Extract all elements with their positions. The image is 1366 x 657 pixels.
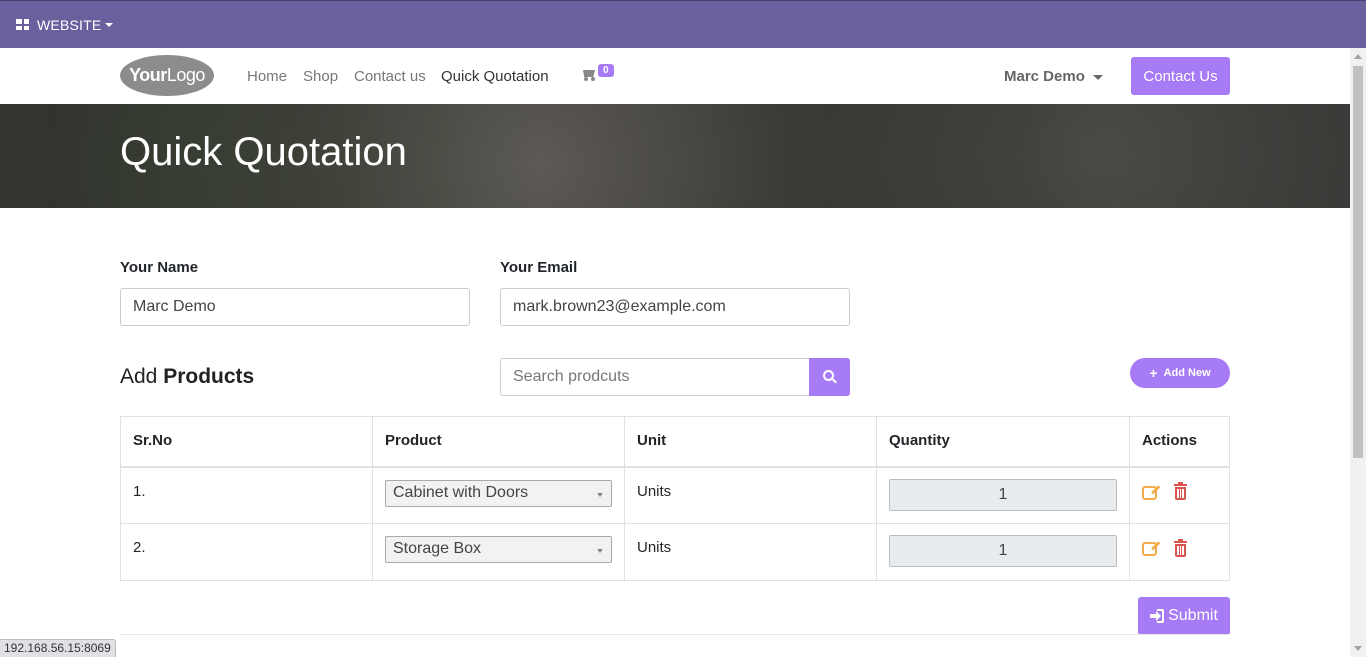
cell-quantity: 1 [876, 466, 1130, 524]
shopping-cart-icon [581, 68, 596, 81]
email-field[interactable] [500, 288, 850, 326]
cell-srno: 1. [120, 466, 373, 524]
plus-icon: + [1149, 365, 1158, 381]
quantity-field[interactable]: 1 [889, 535, 1117, 567]
add-new-button[interactable]: + Add New [1130, 358, 1230, 388]
scroll-thumb[interactable] [1353, 66, 1363, 458]
submit-label: Submit [1168, 607, 1218, 624]
cell-product: Cabinet with Doors [372, 466, 625, 524]
caret-down-icon [105, 22, 114, 27]
scroll-up-icon[interactable] [1354, 54, 1362, 59]
page-banner: Quick Quotation [0, 104, 1350, 208]
page-scrollbar[interactable] [1350, 48, 1366, 657]
search-button[interactable] [809, 358, 850, 396]
search-products-input[interactable] [500, 358, 810, 396]
cart-count-badge: 0 [598, 64, 614, 77]
caret-down-icon [1092, 74, 1103, 80]
edit-icon[interactable] [1142, 539, 1162, 557]
heading-bold: Products [163, 365, 255, 388]
select-arrow-icon [597, 492, 603, 497]
cell-unit: Units [624, 466, 877, 524]
admin-bar: WEBSITE [0, 0, 1366, 48]
contact-us-button[interactable]: Contact Us [1131, 57, 1230, 95]
nav-shop[interactable]: Shop [303, 68, 338, 85]
cart-link[interactable]: 0 [581, 64, 614, 86]
product-select[interactable]: Storage Box [385, 536, 612, 563]
cell-srno: 2. [120, 523, 373, 581]
user-name: Marc Demo [1004, 68, 1085, 85]
products-table: Sr.No Product Unit Quantity Actions 1. C… [120, 416, 1230, 581]
cell-product: Storage Box [372, 523, 625, 581]
cell-actions [1129, 466, 1230, 524]
add-new-label: Add New [1163, 367, 1211, 379]
logo-text-thin: Logo [166, 65, 206, 85]
website-menu[interactable]: WEBSITE [37, 17, 101, 33]
col-header-actions: Actions [1129, 416, 1230, 468]
search-icon [822, 370, 837, 384]
product-select[interactable]: Cabinet with Doors [385, 479, 612, 507]
heading-prefix: Add [120, 365, 158, 388]
cell-quantity: 1 [876, 523, 1130, 581]
table-row: 1. Cabinet with Doors Units 1 [120, 466, 1230, 524]
col-header-product: Product [372, 416, 625, 468]
email-label: Your Email [500, 259, 578, 276]
nav-quick-quotation[interactable]: Quick Quotation [441, 68, 549, 85]
site-navbar: Your Logo Home Shop Contact us Quick Quot… [0, 48, 1350, 104]
submit-button[interactable]: Submit [1138, 597, 1230, 635]
user-menu[interactable]: Marc Demo [1004, 68, 1103, 85]
product-select-value: Storage Box [393, 540, 482, 557]
product-select-value: Cabinet with Doors [393, 483, 529, 501]
name-label: Your Name [120, 259, 199, 276]
page-title: Quick Quotation [120, 130, 407, 174]
apps-grid-icon[interactable] [16, 19, 29, 30]
cell-unit: Units [624, 523, 877, 581]
cell-actions [1129, 523, 1230, 581]
table-row: 2. Storage Box Units 1 [120, 523, 1230, 581]
trash-icon[interactable] [1174, 538, 1187, 557]
add-products-heading: Add Products [120, 365, 254, 389]
site-logo[interactable]: Your Logo [120, 55, 214, 96]
sign-in-icon [1150, 609, 1165, 623]
nav-contact-us[interactable]: Contact us [354, 68, 426, 85]
quantity-field[interactable]: 1 [889, 478, 1117, 511]
col-header-quantity: Quantity [876, 416, 1130, 468]
browser-status-url: 192.168.56.15:8069 [0, 639, 116, 657]
scroll-down-icon[interactable] [1354, 646, 1362, 651]
divider [120, 634, 1230, 635]
col-header-srno: Sr.No [120, 416, 373, 468]
table-header-row: Sr.No Product Unit Quantity Actions [120, 416, 1230, 468]
logo-text-bold: Your [129, 65, 167, 85]
select-arrow-icon [597, 549, 603, 553]
nav-home[interactable]: Home [247, 68, 287, 85]
edit-icon[interactable] [1142, 483, 1162, 501]
name-field[interactable] [120, 288, 470, 326]
col-header-unit: Unit [624, 416, 877, 468]
trash-icon[interactable] [1174, 482, 1187, 500]
